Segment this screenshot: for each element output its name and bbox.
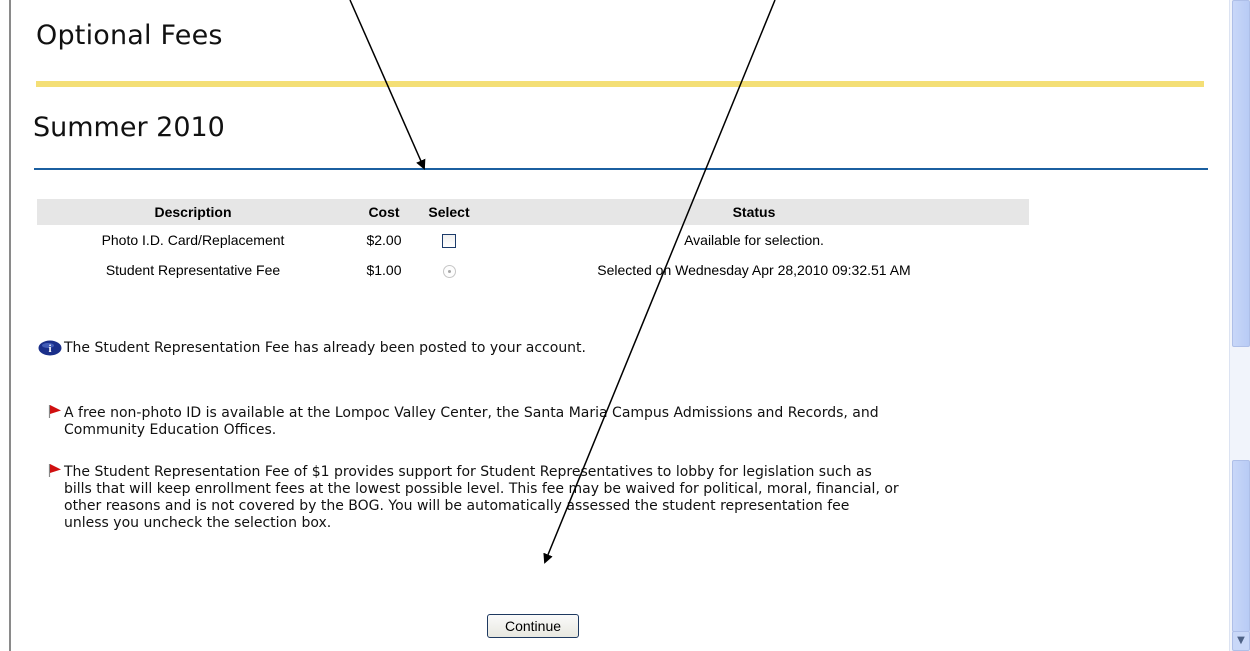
- fee-status: Selected on Wednesday Apr 28,2010 09:32.…: [597, 262, 911, 278]
- id-note-line: Community Education Offices.: [64, 422, 277, 438]
- red-flag-icon: [48, 405, 61, 418]
- fee-description: Photo I.D. Card/Replacement: [101, 232, 285, 248]
- chevron-down-icon[interactable]: ▼: [1232, 631, 1250, 651]
- photo-id-checkbox[interactable]: [442, 234, 456, 249]
- left-border: [9, 0, 11, 651]
- fee-note-line: unless you uncheck the selection box.: [64, 515, 332, 531]
- vertical-scrollbar[interactable]: ▼: [1229, 0, 1250, 651]
- id-note-line: A free non-photo ID is available at the …: [64, 405, 879, 421]
- fee-select-cell: [419, 255, 479, 285]
- fee-cost: $1.00: [366, 262, 402, 278]
- fee-cost: $2.00: [366, 232, 402, 248]
- fee-note-line: bills that will keep enrollment fees at …: [64, 481, 899, 497]
- continue-button[interactable]: Continue: [487, 614, 579, 638]
- id-note: A free non-photo ID is available at the …: [64, 405, 879, 439]
- scroll-thumb[interactable]: [1232, 460, 1250, 632]
- column-header: Status: [479, 199, 1029, 225]
- term-divider: [34, 168, 1208, 170]
- column-header: Description: [37, 199, 349, 225]
- red-flag-icon: [48, 464, 61, 477]
- column-header: Cost: [349, 199, 419, 225]
- annotation-arrows: [349, 0, 776, 564]
- info-icon: i: [38, 340, 62, 356]
- fee-status: Available for selection.: [684, 232, 824, 248]
- title-divider: [36, 81, 1204, 87]
- scroll-thumb[interactable]: [1232, 0, 1250, 347]
- fee-select-cell: [419, 225, 479, 255]
- term-heading: Summer 2010: [33, 112, 225, 143]
- fee-note-line: other reasons and is not covered by the …: [64, 498, 850, 514]
- svg-text:i: i: [48, 343, 51, 355]
- fees-table: Description Cost Select Status Photo I.D…: [37, 199, 1029, 285]
- fee-note-line: The Student Representation Fee of $1 pro…: [64, 464, 872, 480]
- table-header-row: Description Cost Select Status: [37, 199, 1029, 225]
- page: Optional Fees Summer 2010 Description Co…: [0, 0, 1250, 651]
- column-header: Select: [419, 199, 479, 225]
- table-row: Student Representative Fee $1.00 Selecte…: [37, 255, 1029, 285]
- fee-description: Student Representative Fee: [105, 262, 281, 278]
- table-row: Photo I.D. Card/Replacement $2.00 Availa…: [37, 225, 1029, 255]
- student-rep-radio: [442, 264, 456, 278]
- fee-note: The Student Representation Fee of $1 pro…: [64, 464, 899, 532]
- page-title: Optional Fees: [36, 20, 223, 51]
- info-message: The Student Representation Fee has alrea…: [64, 340, 586, 356]
